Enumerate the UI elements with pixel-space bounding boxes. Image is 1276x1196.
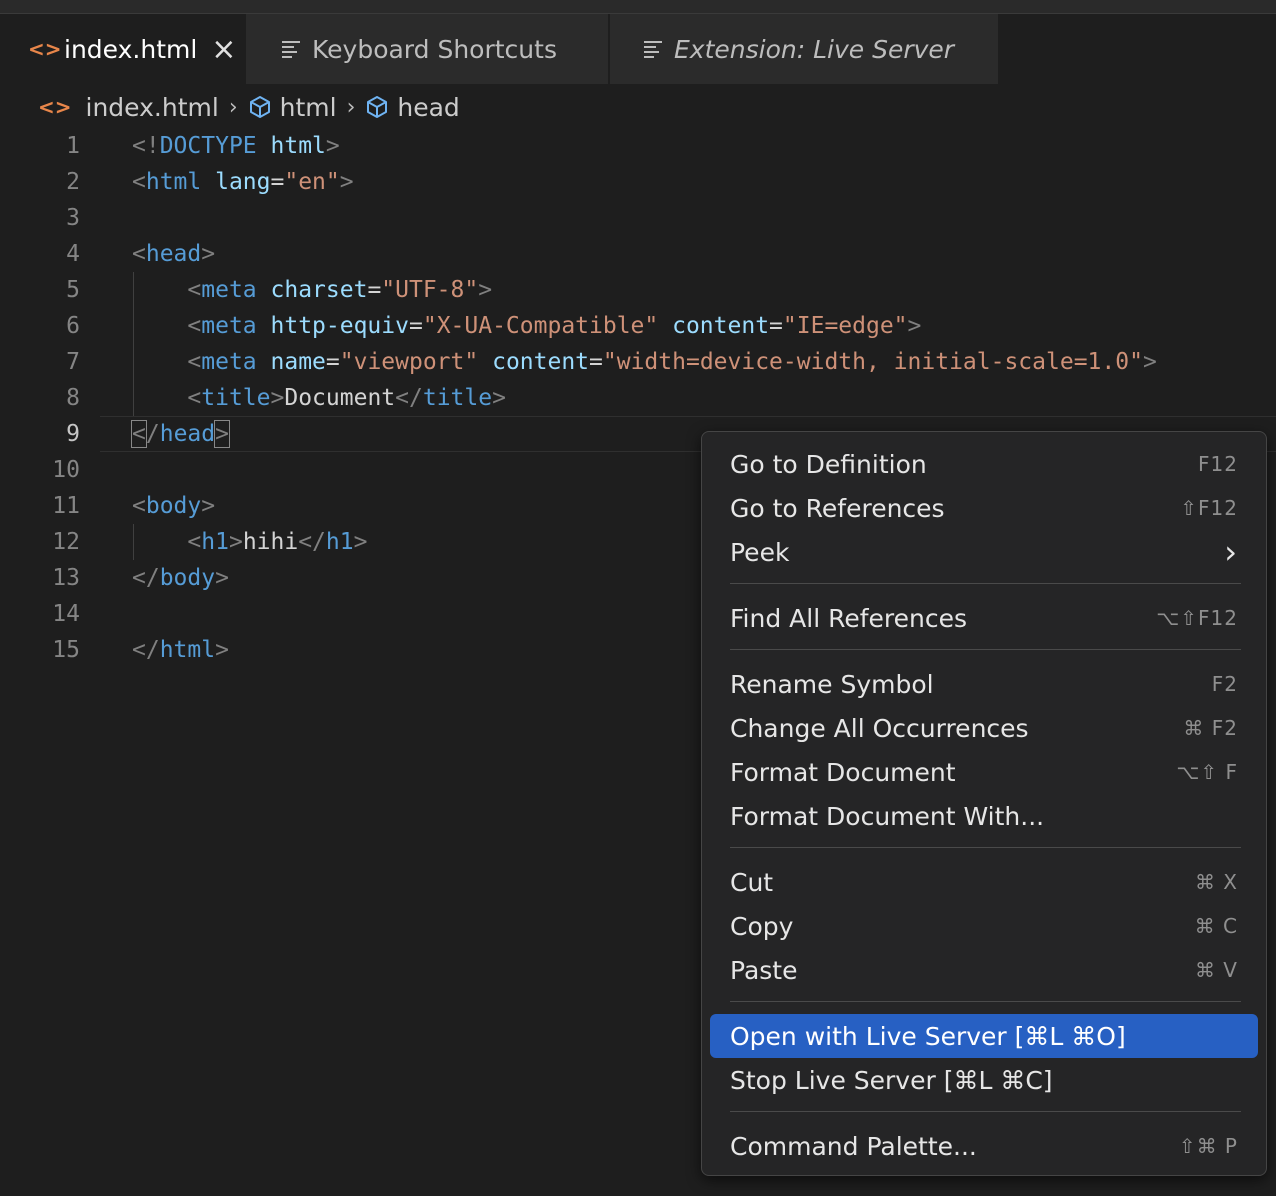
menu-item-shortcut: F12 — [1198, 452, 1238, 476]
menu-item-shortcut: ⇧F12 — [1180, 496, 1238, 520]
tab-label: Extension: Live Server — [674, 34, 955, 64]
chevron-right-icon: › — [228, 94, 238, 120]
code-line: 6 <meta http-equiv="X-UA-Compatible" con… — [0, 308, 1276, 344]
menu-item-shortcut: ⌥⇧ F — [1176, 760, 1238, 784]
menu-item-format-document-with[interactable]: Format Document With... — [710, 794, 1258, 838]
menu-item-go-to-references[interactable]: Go to References ⇧F12 — [710, 486, 1258, 530]
menu-item-stop-live-server[interactable]: Stop Live Server [⌘L ⌘C] — [710, 1058, 1258, 1102]
line-number: 8 — [66, 385, 80, 411]
line-number: 15 — [52, 637, 80, 663]
line-number: 3 — [66, 205, 80, 231]
menu-item-label: Cut — [730, 867, 774, 897]
menu-item-label: Open with Live Server [⌘L ⌘O] — [730, 1021, 1126, 1051]
menu-item-paste[interactable]: Paste ⌘ V — [710, 948, 1258, 992]
chevron-right-icon: › — [1224, 533, 1238, 571]
line-number: 5 — [66, 277, 80, 303]
menu-item-rename-symbol[interactable]: Rename Symbol F2 — [710, 662, 1258, 706]
list-lines-icon — [644, 38, 662, 61]
menu-separator — [730, 1001, 1241, 1002]
line-number: 7 — [66, 349, 80, 375]
tab-bar: <> index.html × Keyboard Shortcuts Exten… — [0, 14, 1276, 84]
menu-item-label: Paste — [730, 955, 798, 985]
menu-item-open-with-live-server[interactable]: Open with Live Server [⌘L ⌘O] — [710, 1014, 1258, 1058]
code-bracket-icon: <> — [38, 95, 72, 119]
menu-item-label: Go to Definition — [730, 449, 927, 479]
code-line: 1 <!DOCTYPE html> — [0, 128, 1276, 164]
symbol-cube-icon — [249, 96, 270, 118]
menu-item-label: Format Document — [730, 757, 956, 787]
menu-item-change-all-occurrences[interactable]: Change All Occurrences ⌘ F2 — [710, 706, 1258, 750]
menu-separator — [730, 847, 1241, 848]
tab-keyboard-shortcuts[interactable]: Keyboard Shortcuts — [246, 14, 608, 84]
menu-item-shortcut: ⌘ X — [1194, 870, 1238, 894]
line-number: 10 — [52, 457, 80, 483]
menu-item-label: Copy — [730, 911, 794, 941]
menu-item-find-all-references[interactable]: Find All References ⌥⇧F12 — [710, 596, 1258, 640]
line-number: 4 — [66, 241, 80, 267]
tab-label: index.html — [64, 34, 198, 64]
menu-item-cut[interactable]: Cut ⌘ X — [710, 860, 1258, 904]
code-line: 8 <title>Document</title> — [0, 380, 1276, 416]
menu-item-label: Go to References — [730, 493, 945, 523]
tab-label: Keyboard Shortcuts — [312, 34, 557, 64]
menu-item-shortcut: ⌘ F2 — [1183, 716, 1238, 740]
menu-item-label: Change All Occurrences — [730, 713, 1029, 743]
menu-item-shortcut: ⌘ C — [1194, 914, 1238, 938]
menu-separator — [730, 649, 1241, 650]
line-number: 9 — [66, 421, 80, 447]
code-line: 3 — [0, 200, 1276, 236]
menu-item-command-palette[interactable]: Command Palette... ⇧⌘ P — [710, 1124, 1258, 1168]
menu-item-label: Format Document With... — [730, 801, 1045, 831]
tab-extension-live-server[interactable]: Extension: Live Server — [610, 14, 998, 84]
close-icon[interactable]: × — [211, 32, 236, 67]
window-top-strip — [0, 0, 1276, 14]
menu-item-format-document[interactable]: Format Document ⌥⇧ F — [710, 750, 1258, 794]
code-line: 7 <meta name="viewport" content="width=d… — [0, 344, 1276, 380]
breadcrumb-item-html[interactable]: html — [280, 93, 337, 122]
tab-index-html[interactable]: <> index.html × — [0, 14, 246, 84]
menu-item-shortcut: F2 — [1211, 672, 1238, 696]
line-number: 2 — [66, 169, 80, 195]
symbol-cube-icon — [367, 96, 388, 118]
list-lines-icon — [282, 38, 300, 61]
line-number: 13 — [52, 565, 80, 591]
menu-item-copy[interactable]: Copy ⌘ C — [710, 904, 1258, 948]
line-number: 6 — [66, 313, 80, 339]
breadcrumb-item-head[interactable]: head — [397, 93, 459, 122]
breadcrumb-file[interactable]: index.html — [86, 93, 219, 122]
menu-item-label: Command Palette... — [730, 1131, 977, 1161]
menu-item-shortcut: ⌘ V — [1194, 958, 1238, 982]
code-bracket-icon: <> — [28, 37, 62, 61]
line-number: 1 — [66, 133, 80, 159]
context-menu: Go to Definition F12 Go to References ⇧F12… — [701, 431, 1267, 1176]
menu-separator — [730, 583, 1241, 584]
breadcrumb: <> index.html › html › head — [38, 86, 460, 128]
line-number: 12 — [52, 529, 80, 555]
chevron-right-icon: › — [346, 94, 356, 120]
menu-item-shortcut: ⇧⌘ P — [1178, 1134, 1238, 1158]
code-line: 5 <meta charset="UTF-8"> — [0, 272, 1276, 308]
menu-item-label: Stop Live Server [⌘L ⌘C] — [730, 1065, 1053, 1095]
menu-item-label: Find All References — [730, 603, 968, 633]
code-line: 2 <html lang="en"> — [0, 164, 1276, 200]
code-line: 4 <head> — [0, 236, 1276, 272]
line-number: 14 — [52, 601, 80, 627]
menu-item-shortcut: ⌥⇧F12 — [1156, 606, 1238, 630]
menu-separator — [730, 1111, 1241, 1112]
menu-item-peek[interactable]: Peek › — [710, 530, 1258, 574]
line-number: 11 — [52, 493, 80, 519]
menu-item-label: Rename Symbol — [730, 669, 934, 699]
menu-item-go-to-definition[interactable]: Go to Definition F12 — [710, 442, 1258, 486]
menu-item-label: Peek — [730, 537, 790, 567]
